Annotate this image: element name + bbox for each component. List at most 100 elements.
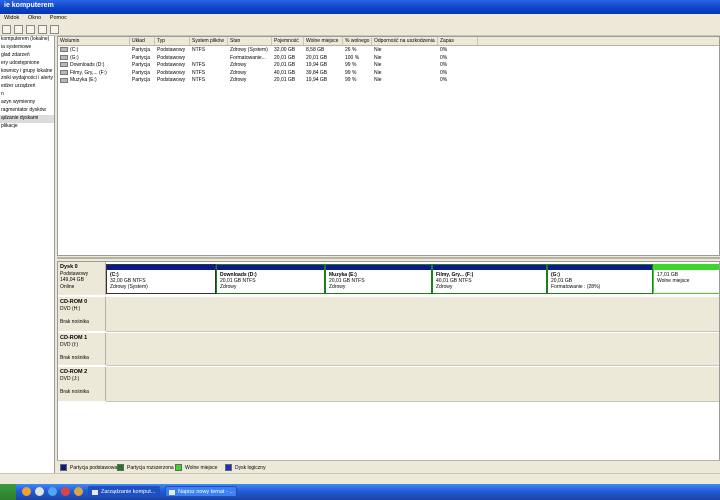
table-row[interactable]: Filmy, Gry,... (F:) Partycja Podstawowy NTF… (58, 69, 719, 77)
tree-item[interactable]: kownicy i grupy lokalne (0, 68, 54, 76)
tree-item[interactable]: glad zdarzeń (0, 52, 54, 60)
table-cell: NTFS (190, 70, 205, 77)
cell-text: Zdrowy (230, 77, 247, 84)
tree-item[interactable]: zniki wydajności i alerty (0, 75, 54, 83)
cell-text: Filmy, Gry,... (F:) (70, 69, 107, 76)
disk-row[interactable]: CD-ROM 2 DVD (J:) Brak nośnika (58, 367, 719, 402)
partition-info: Muzyka (E:) 20,01 GB NTFS Zdrowy (326, 270, 431, 293)
tree-item[interactable]: ia systemowe (0, 44, 54, 52)
disk-media: Brak nośnika (60, 354, 89, 361)
disk-row[interactable]: CD-ROM 1 DVD (I:) Brak nośnika (58, 333, 719, 366)
media-icon[interactable] (61, 487, 70, 496)
partition-block[interactable]: (C:) 32,00 GB NTFS Zdrowy (System) (106, 264, 216, 294)
tree-item[interactable]: n (0, 91, 54, 99)
window-title-bar[interactable]: ie komputerem (0, 0, 720, 14)
menu-item-pomoc[interactable]: Pomoc (46, 14, 70, 21)
partition-block[interactable]: Downloads (D:) 20,01 GB NTFS Zdrowy (216, 264, 325, 294)
menu-item-widok[interactable]: Widok (0, 14, 22, 21)
partition-block[interactable]: Filmy, Gry... (F:) 40,01 GB NTFS Zdrowy (432, 264, 547, 294)
table-row[interactable]: (G:) Partycja Podstawowy Formatowanie... 20,… (58, 54, 719, 62)
disk-label[interactable]: Dysk 0 Podstawowy 149,04 GB Online (58, 262, 106, 295)
cell-text: 8,58 GB (306, 47, 325, 53)
table-cell: 20,01 GB (304, 55, 327, 62)
disk-type: DVD (J:) (60, 375, 80, 382)
disk-row[interactable]: CD-ROM 0 DVD (H:) Brak nośnika (58, 297, 719, 332)
taskbar-button[interactable]: Napisz nowy temat - ... (165, 486, 237, 497)
legend-swatch (225, 464, 232, 471)
cell-text: 26 % (345, 47, 357, 53)
table-cell: Partycja (130, 70, 150, 77)
cell-text: 0% (440, 47, 448, 53)
disk-map[interactable]: Dysk 0 Podstawowy 149,04 GB Online (C:) 32,00… (57, 261, 720, 473)
tree-item[interactable]: plikacje (0, 123, 54, 131)
column-header[interactable]: Stan (228, 37, 272, 45)
tree-item[interactable]: ragmentator dysków (0, 107, 54, 115)
column-header[interactable]: Odporność na uszkodzenia (372, 37, 438, 45)
volume-list[interactable]: Wolumin Układ Typ System plików Stan Pojemnoś… (57, 36, 720, 256)
disk-label[interactable]: CD-ROM 2 DVD (J:) Brak nośnika (58, 367, 106, 401)
cell-text: Zdrowy (System) (230, 47, 268, 53)
column-header[interactable]: Typ (155, 37, 190, 45)
tree-item[interactable]: edżer urządzeń (0, 83, 54, 91)
tree-item[interactable]: ery udostępnione (0, 60, 54, 68)
tree-item[interactable]: ądzanie dyskami (0, 114, 54, 123)
partition-block[interactable]: 17,01 GB Wolne miejsce (653, 264, 719, 294)
start-button[interactable] (0, 484, 16, 500)
disk-row[interactable]: Dysk 0 Podstawowy 149,04 GB Online (C:) 32,00… (58, 262, 719, 295)
table-cell: Formatowanie... (228, 55, 266, 62)
window-icon (92, 490, 98, 495)
table-cell: Partycja (130, 47, 150, 54)
table-cell: NTFS (190, 62, 205, 69)
cell-text: 40,01 GB (274, 69, 296, 76)
menu-item-okno[interactable]: Okno (24, 14, 44, 21)
properties-icon[interactable] (26, 25, 35, 34)
firefox-icon[interactable] (22, 487, 31, 496)
view-icon[interactable] (50, 25, 59, 34)
partition-block[interactable]: (G:) 20,01 GB Formatowanie : (28%) (547, 264, 653, 294)
partition-block[interactable]: Muzyka (E:) 20,01 GB NTFS Zdrowy (325, 264, 432, 294)
disk-empty-area (106, 367, 719, 402)
back-icon[interactable] (2, 25, 11, 34)
partition-status: Zdrowy (329, 284, 346, 291)
table-cell: 100 % (343, 55, 359, 62)
table-cell: Nie (372, 62, 382, 69)
cell-text: 99 % (345, 77, 357, 84)
help-icon[interactable] (38, 25, 47, 34)
column-header[interactable]: Pojemność (272, 37, 304, 45)
column-header[interactable]: System plików (190, 37, 228, 45)
table-cell: Partycja (130, 77, 150, 84)
taskbar-button-label: Zarządzanie komput... (101, 489, 156, 495)
disk-label[interactable]: CD-ROM 0 DVD (H:) Brak nośnika (58, 297, 106, 331)
table-cell: Partycja (130, 62, 150, 69)
column-header[interactable]: Układ (130, 37, 155, 45)
app-icon[interactable] (74, 487, 83, 496)
console-tree[interactable]: komputerem (lokalne) ia systemowe glad zda… (0, 36, 55, 473)
column-header[interactable]: Wolne miejsce (304, 37, 343, 45)
table-cell: Podstawowy (155, 47, 185, 54)
column-header[interactable]: % wolnego (343, 37, 372, 45)
column-header[interactable]: Zapas (438, 37, 478, 45)
table-row[interactable]: Muzyka (E:) Partycja Podstawowy NTFS Zdrowy 2… (58, 77, 719, 84)
table-cell: 0% (438, 62, 447, 69)
disk-label[interactable]: CD-ROM 1 DVD (I:) Brak nośnika (58, 333, 106, 365)
table-cell: 99 % (343, 62, 356, 69)
legend-swatch (117, 464, 124, 471)
cell-text: Podstawowy (157, 54, 186, 61)
explorer-icon[interactable] (35, 487, 44, 496)
up-folder-icon[interactable] (14, 25, 23, 34)
pane-splitter[interactable] (57, 257, 720, 259)
volume-icon (60, 77, 68, 83)
disk-partitions: (C:) 32,00 GB NTFS Zdrowy (System) Download… (106, 262, 719, 295)
tree-item[interactable]: azyn wymienny (0, 99, 54, 107)
disk-size: 149,04 GB (60, 277, 84, 284)
window-icon (169, 490, 175, 495)
tree-item[interactable]: komputerem (lokalne) (0, 36, 54, 44)
taskbar-button[interactable]: Zarządzanie komput... (88, 486, 160, 497)
table-row[interactable]: Downloads (D:) Partycja Podstawowy NTFS Zdro… (58, 62, 719, 69)
disk-spacer (60, 312, 103, 319)
table-row[interactable]: (C:) Partycja Podstawowy NTFS Zdrowy (System… (58, 47, 719, 54)
partition-info: (C:) 32,00 GB NTFS Zdrowy (System) (107, 270, 215, 293)
cell-text: Partycja (132, 47, 151, 53)
ie-icon[interactable] (48, 487, 57, 496)
column-header[interactable]: Wolumin (58, 37, 130, 45)
